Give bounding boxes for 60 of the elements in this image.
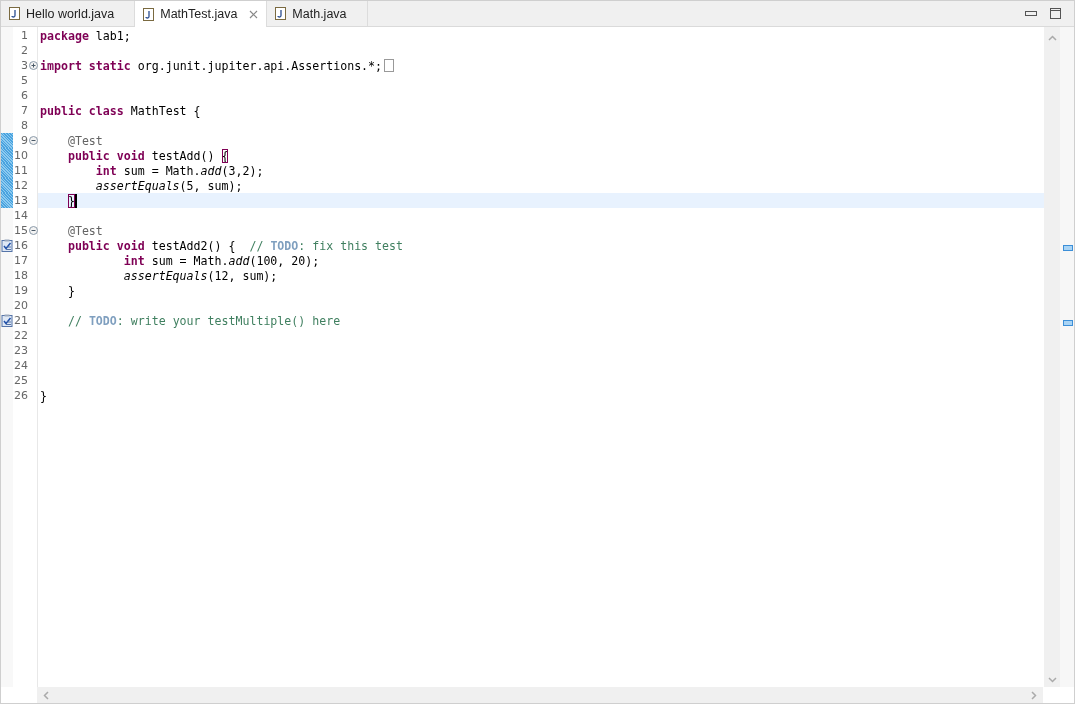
line-number: 11 <box>13 164 28 177</box>
code-line: assertEquals(5, sum); <box>94 178 243 193</box>
scroll-left-icon[interactable] <box>43 690 49 700</box>
line-number: 13 <box>13 194 28 207</box>
editor-tab[interactable]: MathTest.java <box>135 1 268 27</box>
code-line: int sum = Math.add(3,2); <box>94 163 264 178</box>
line-number: 2 <box>20 44 28 57</box>
clipboard-task-icon[interactable] <box>1 239 13 252</box>
java-file-icon <box>9 7 20 20</box>
line-number: 6 <box>20 89 28 102</box>
scroll-right-icon[interactable] <box>1031 690 1037 700</box>
editor-tab[interactable]: Math.java <box>267 1 368 26</box>
vertical-scrollbar[interactable] <box>1044 27 1060 687</box>
scroll-up-icon[interactable] <box>1047 35 1057 41</box>
java-file-icon <box>275 7 287 20</box>
line-number: 1 <box>20 29 28 42</box>
scroll-down-icon[interactable] <box>1047 677 1057 683</box>
collapse-icon[interactable] <box>28 226 38 235</box>
line-number: 12 <box>13 179 28 192</box>
line-number: 10 <box>13 149 28 162</box>
code-line: int sum = Math.add(100, 20); <box>122 253 320 268</box>
folded-code-icon[interactable] <box>384 59 395 72</box>
line-number: 24 <box>13 359 28 372</box>
line-number: 7 <box>20 104 28 117</box>
line-number: 23 <box>13 344 28 357</box>
code-line: @Test <box>66 223 103 238</box>
code-line: import static org.junit.jupiter.api.Assertions.*; <box>40 58 383 73</box>
expand-icon[interactable] <box>28 61 38 70</box>
maximize-icon[interactable] <box>1050 8 1061 19</box>
line-number: 8 <box>20 119 28 132</box>
java-file-icon <box>143 7 155 21</box>
code-line: assertEquals(12, sum); <box>122 268 278 283</box>
line-number: 5 <box>20 74 28 87</box>
line-number: 17 <box>13 254 28 267</box>
line-number: 18 <box>13 269 28 282</box>
line-number: 16 <box>13 239 28 252</box>
line-number: 14 <box>13 209 28 222</box>
code-line: public void testAdd2() { // TODO: fix this test <box>66 238 403 253</box>
code-line: public class MathTest { <box>40 103 201 118</box>
collapse-icon[interactable] <box>28 136 38 145</box>
line-number: 26 <box>13 389 28 402</box>
minimize-icon[interactable] <box>1025 10 1037 17</box>
task-marker[interactable] <box>1063 245 1073 251</box>
line-number: 9 <box>20 134 28 147</box>
clipboard-task-icon[interactable] <box>1 314 13 327</box>
code-line: @Test <box>66 133 103 148</box>
line-number: 21 <box>13 314 28 327</box>
horizontal-scrollbar[interactable] <box>37 687 1043 703</box>
code-line: } <box>66 283 75 298</box>
code-line: // TODO: write your testMultiple() here <box>66 313 341 328</box>
line-number: 20 <box>13 299 28 312</box>
code-line: package lab1; <box>40 28 131 43</box>
line-number: 22 <box>13 329 28 342</box>
line-number: 15 <box>13 224 28 237</box>
task-marker[interactable] <box>1063 320 1073 326</box>
line-number: 25 <box>13 374 28 387</box>
code-line: } <box>40 388 47 403</box>
close-icon[interactable] <box>249 9 259 19</box>
line-number: 19 <box>13 284 28 297</box>
line-number: 3 <box>20 59 28 72</box>
